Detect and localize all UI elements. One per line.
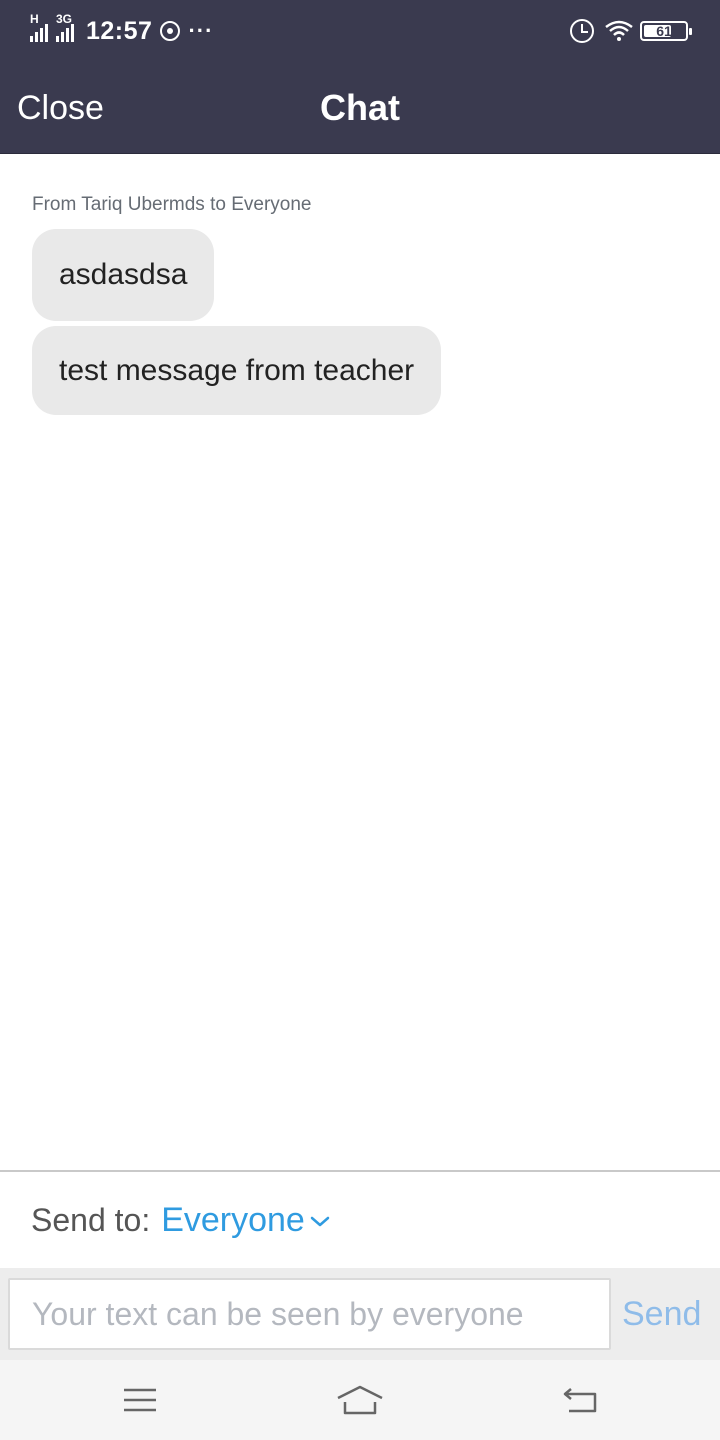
status-right: 61	[570, 18, 692, 44]
chevron-down-icon[interactable]	[310, 1216, 330, 1228]
whatsapp-icon	[160, 21, 181, 41]
back-icon	[563, 1388, 597, 1413]
chat-header: Chat Close	[0, 62, 720, 154]
sender-line: From Tariq Ubermds to Everyone	[32, 194, 312, 215]
status-time: 12:57	[86, 16, 153, 45]
send-to-row: Send to: Everyone	[0, 1172, 720, 1268]
message-text: test message from teacher	[59, 353, 415, 387]
input-row: Send	[0, 1268, 720, 1360]
message-text: asdasdsa	[59, 258, 188, 291]
send-to-label: Send to:	[31, 1201, 151, 1238]
battery-level: 61	[656, 23, 672, 39]
page-title: Chat	[320, 87, 400, 128]
alarm-icon	[570, 19, 594, 43]
signal-icon: H	[30, 12, 50, 42]
menu-button[interactable]	[110, 1360, 170, 1440]
network-type-1: H	[30, 12, 39, 26]
status-bar: H 3G 12:57 ··· 61	[0, 0, 720, 62]
system-nav-bar	[0, 1360, 720, 1440]
message-input[interactable]	[8, 1278, 611, 1350]
close-button[interactable]: Close	[17, 62, 104, 154]
network-type-2: 3G	[56, 12, 73, 26]
home-button[interactable]	[330, 1360, 390, 1440]
wifi-icon	[605, 20, 633, 41]
status-left: H 3G 12:57 ···	[30, 12, 214, 48]
send-button[interactable]: Send	[622, 1268, 701, 1360]
more-dots-icon: ···	[188, 18, 214, 43]
back-button[interactable]	[550, 1360, 610, 1440]
recipient-dropdown[interactable]: Everyone	[161, 1201, 305, 1240]
signal-icon-2: 3G	[56, 12, 76, 42]
message-list[interactable]: From Tariq Ubermds to Everyone asdasdsa …	[0, 154, 720, 1170]
home-icon	[337, 1385, 383, 1415]
menu-icon	[124, 1388, 156, 1412]
message-bubble[interactable]: asdasdsa	[32, 229, 215, 321]
message-bubble[interactable]: test message from teacher	[32, 326, 442, 415]
battery-icon: 61	[640, 21, 692, 41]
